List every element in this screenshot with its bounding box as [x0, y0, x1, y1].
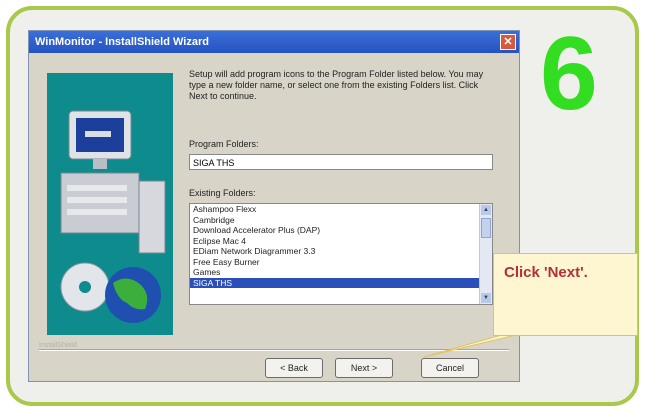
callout-text: Click 'Next'. — [504, 264, 588, 281]
callout-pointer — [423, 333, 521, 358]
instruction-callout: Click 'Next'. — [493, 253, 638, 336]
